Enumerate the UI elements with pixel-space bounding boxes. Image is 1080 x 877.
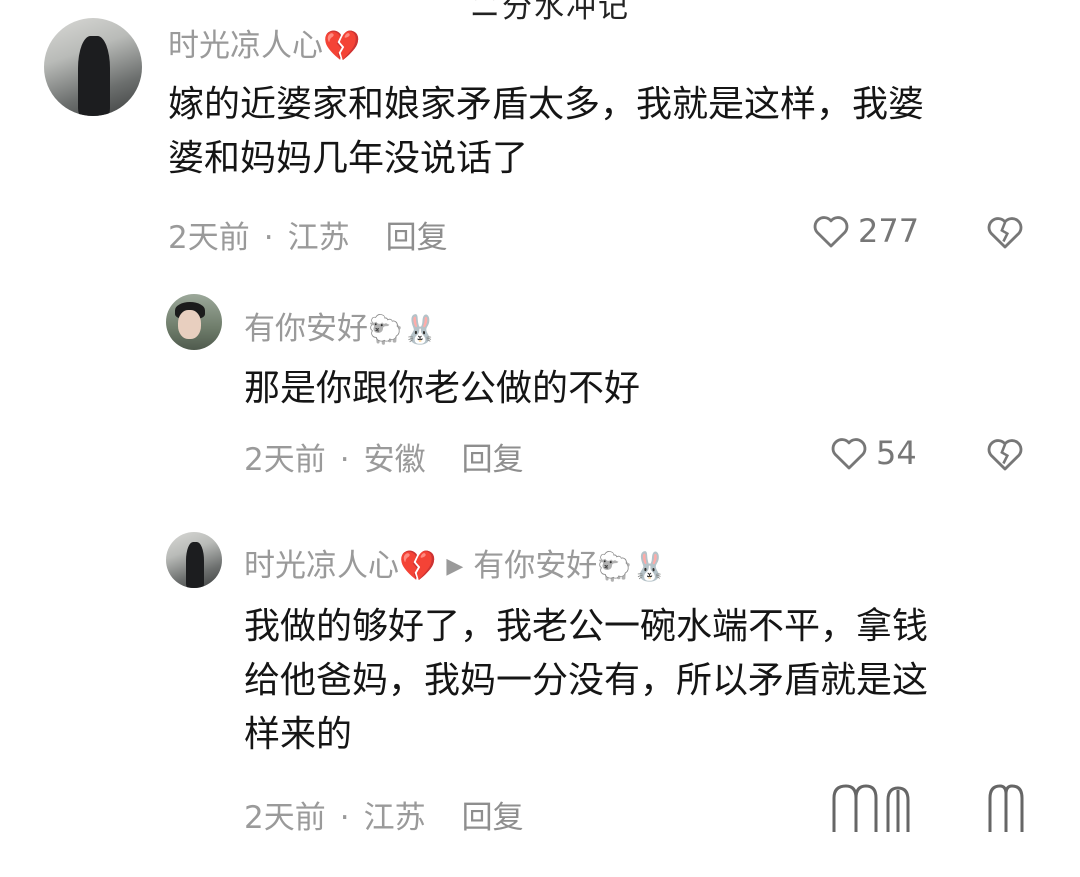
like-count: 277: [858, 212, 920, 250]
avatar[interactable]: [44, 18, 142, 116]
reply-button[interactable]: 回复: [462, 442, 524, 478]
comment-text: 嫁的近婆家和娘家矛盾太多，我就是这样，我婆 婆和妈妈几年没说话了: [168, 84, 925, 179]
comment-location: 江苏: [363, 800, 426, 836]
comment-username[interactable]: 时光凉人心💔: [168, 20, 360, 65]
page-header-partial: ニ分水冲记: [470, 0, 630, 25]
comment-time: 2天前: [168, 220, 250, 256]
like-button[interactable]: 54: [830, 434, 917, 472]
comment-username[interactable]: 有你安好🐑🐰: [244, 303, 438, 348]
broken-heart-outline-icon[interactable]: [986, 214, 1024, 250]
comment-text: 我做的够好了，我老公一碗水端不平，拿钱 给他爸妈，我妈一分没有，所以矛盾就是这 …: [244, 606, 929, 755]
comment-meta: 2天前 · 安徽 回复: [244, 442, 524, 478]
heart-outline-icon: [813, 216, 849, 248]
comment-time: 2天前: [244, 442, 326, 478]
reply-button[interactable]: 回复: [386, 220, 448, 256]
reply-to-username[interactable]: 有你安好: [473, 548, 597, 584]
heart-outline-icon: [832, 784, 910, 832]
comment-username[interactable]: 时光凉人心💔 ▶ 有你安好🐑🐰: [244, 540, 667, 585]
avatar[interactable]: [166, 294, 222, 350]
broken-heart-emoji: 💔: [399, 549, 437, 584]
broken-heart-outline-icon: [988, 784, 1024, 832]
reply-button[interactable]: 回复: [462, 800, 524, 836]
heart-outline-icon: [831, 438, 867, 470]
sheep-rabbit-emoji: 🐑🐰: [597, 550, 668, 583]
like-count: 54: [876, 434, 917, 472]
avatar[interactable]: [166, 532, 222, 588]
comment-location: 江苏: [287, 220, 350, 256]
like-button[interactable]: 277: [812, 212, 919, 250]
sheep-rabbit-emoji: 🐑🐰: [368, 313, 438, 346]
comment-location: 安徽: [363, 442, 426, 478]
broken-heart-emoji: 💔: [323, 29, 361, 64]
like-button-partial[interactable]: [830, 784, 920, 845]
comment-meta: 2天前 · 江苏 回复: [244, 800, 524, 836]
broken-heart-outline-icon[interactable]: [986, 436, 1024, 472]
dislike-button-partial[interactable]: [986, 784, 1026, 845]
comment-meta: 2天前 · 江苏 回复: [168, 220, 448, 256]
comment-time: 2天前: [244, 800, 326, 836]
comment-text: 那是你跟你老公做的不好: [244, 368, 641, 409]
play-arrow-icon: ▶: [446, 554, 464, 579]
